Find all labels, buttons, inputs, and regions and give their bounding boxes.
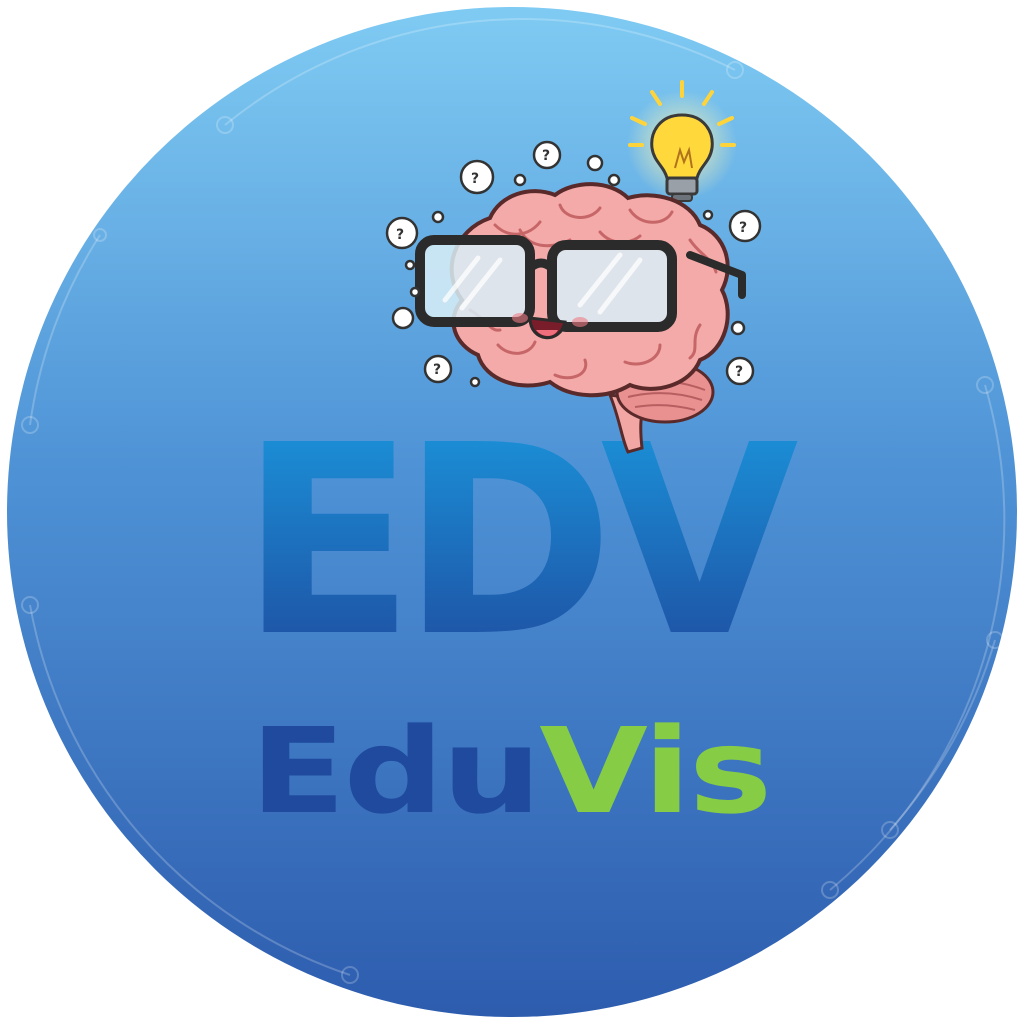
- svg-text:?: ?: [739, 220, 747, 236]
- question-bubble-icon: ?: [459, 159, 495, 195]
- question-bubble-icon: ?: [532, 140, 562, 170]
- monogram-text: EDV: [240, 389, 801, 694]
- svg-text:?: ?: [396, 227, 404, 243]
- wordmark-edu: Edu: [250, 702, 539, 840]
- question-bubble-icon: ?: [423, 354, 453, 384]
- brand-wordmark: Edu Vis: [250, 702, 770, 840]
- svg-text:?: ?: [471, 171, 479, 187]
- logo-artwork: EDV ? ? ? ? ? ? Edu Vis: [7, 7, 1017, 1017]
- question-bubble-icon: ?: [385, 216, 419, 250]
- svg-text:?: ?: [433, 362, 441, 378]
- svg-text:?: ?: [735, 364, 743, 380]
- svg-text:?: ?: [542, 148, 550, 164]
- question-bubble-icon: ?: [728, 209, 762, 243]
- eduvis-logo: EDV ? ? ? ? ? ? Edu Vis: [0, 0, 1024, 1024]
- question-bubble-icon: ?: [725, 356, 755, 386]
- wordmark-vis: Vis: [539, 702, 770, 840]
